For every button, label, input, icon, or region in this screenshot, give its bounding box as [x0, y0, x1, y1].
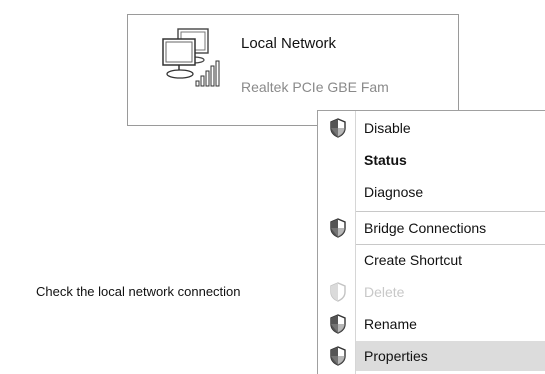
menu-item-label: Diagnose — [364, 184, 424, 200]
menu-item-label: Create Shortcut — [364, 252, 463, 268]
shield-icon — [330, 118, 346, 138]
menu-item-label: Rename — [364, 316, 417, 332]
menu-item-bridge-connections[interactable]: Bridge Connections — [318, 213, 545, 243]
menu-item-label: Disable — [364, 120, 411, 136]
menu-item-status[interactable]: Status — [318, 145, 545, 175]
menu-item-disable[interactable]: Disable — [318, 113, 545, 143]
shield-icon — [330, 314, 346, 334]
network-name: Local Network — [241, 35, 337, 52]
menu-item-label: Bridge Connections — [364, 220, 487, 236]
menu-item-label: Status — [364, 152, 407, 168]
context-menu: Disable Status Diagnose Bridge Connectio… — [317, 110, 545, 374]
menu-item-delete: Delete — [318, 277, 545, 307]
menu-separator — [356, 211, 545, 212]
menu-item-properties[interactable]: Properties — [330, 341, 545, 371]
caption-text: Check the local network connection — [36, 284, 241, 299]
menu-item-label: Delete — [364, 284, 405, 300]
menu-item-rename[interactable]: Rename — [318, 309, 545, 339]
network-device-name: Realtek PCIe GBE Fam — [241, 79, 389, 95]
menu-item-create-shortcut[interactable]: Create Shortcut — [318, 245, 545, 275]
shield-icon — [330, 346, 346, 366]
shield-icon — [330, 282, 346, 302]
menu-item-diagnose[interactable]: Diagnose — [318, 177, 545, 207]
menu-item-label: Properties — [364, 348, 428, 364]
shield-icon — [330, 218, 346, 238]
network-computers-icon — [162, 28, 220, 87]
